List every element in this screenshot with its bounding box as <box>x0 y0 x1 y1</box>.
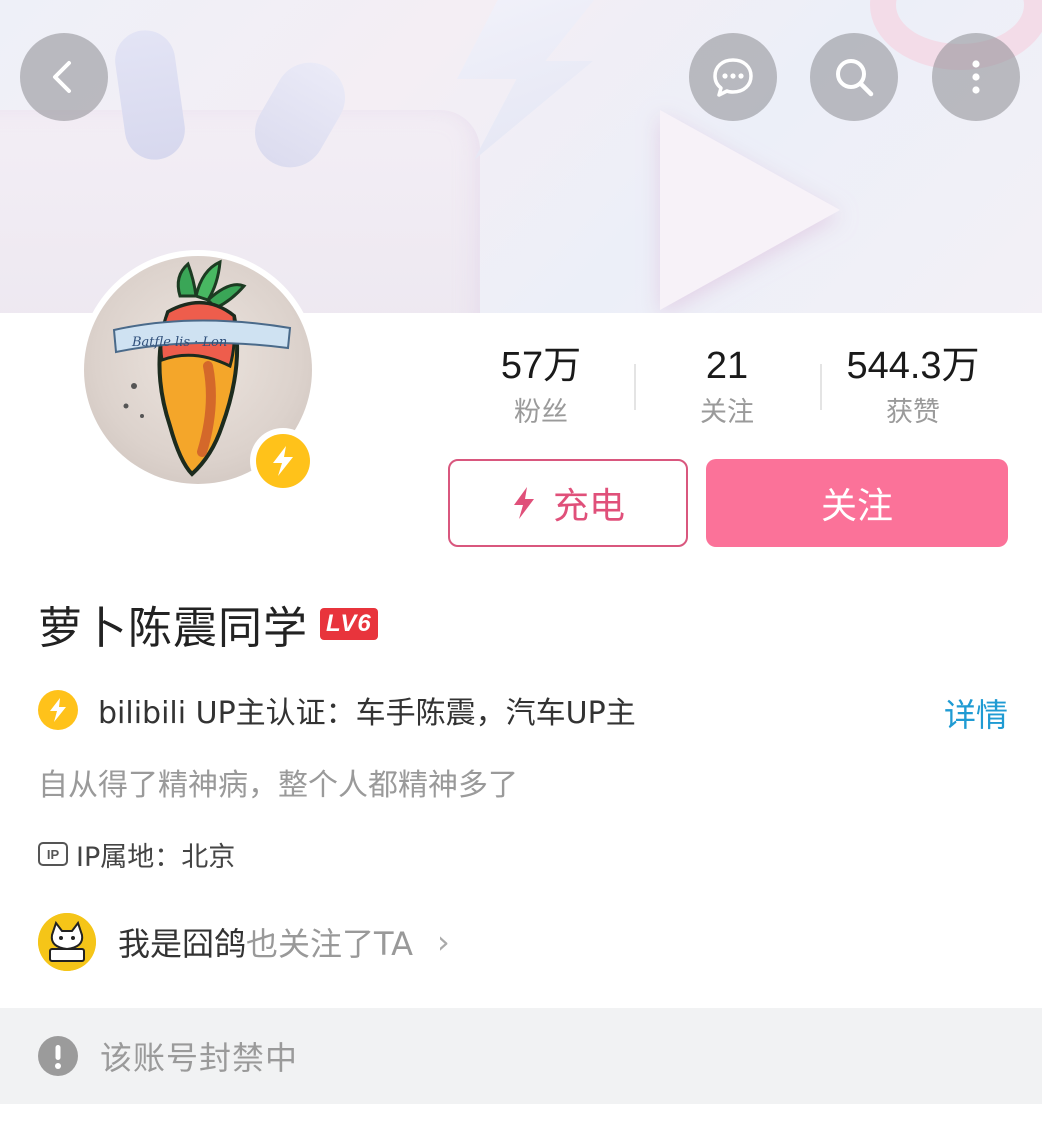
stats-panel: 57万 粉丝 21 关注 544.3万 获赞 <box>448 340 1008 440</box>
ip-text: IP属地：北京 <box>76 841 236 873</box>
charge-button[interactable]: 充电 <box>448 459 688 547</box>
lightning-icon <box>273 446 293 476</box>
stat-value: 57万 <box>500 345 582 387</box>
follow-button-label: 关注 <box>820 486 893 527</box>
more-button[interactable] <box>932 33 1020 121</box>
banned-text: 该账号封禁中 <box>100 1039 299 1077</box>
stat-label: 关注 <box>700 397 754 428</box>
detail-link[interactable]: 详情 <box>944 690 1008 736</box>
verification-text: bilibili UP主认证：车手陈震，汽车UP主 <box>98 696 636 731</box>
mutual-suffix: 也关注了TA <box>246 925 413 963</box>
chevron-left-icon <box>53 61 71 93</box>
lightning-icon <box>513 487 534 519</box>
banner-decoration <box>660 110 840 310</box>
level-badge: LV6 <box>320 608 378 640</box>
ip-location: IP IP属地：北京 <box>38 836 236 873</box>
stat-label: 获赞 <box>886 397 940 428</box>
search-icon <box>836 59 874 97</box>
bio-text: 自从得了精神病，整个人都精神多了 <box>38 768 518 803</box>
stat-following[interactable]: 21 关注 <box>634 340 820 432</box>
up-badge <box>250 428 316 494</box>
follow-button[interactable]: 关注 <box>706 459 1008 547</box>
charge-button-label: 充电 <box>552 486 625 527</box>
mutual-name: 我是囧鸽 <box>118 925 247 963</box>
more-vertical-icon <box>972 60 980 94</box>
cat-avatar-icon <box>38 913 96 971</box>
username: 萝卜陈震同学 <box>38 603 308 654</box>
exclamation-icon <box>38 1036 78 1076</box>
banned-notice: 该账号封禁中 <box>0 1008 1042 1104</box>
stat-likes[interactable]: 544.3万 获赞 <box>820 340 1006 432</box>
message-icon <box>713 58 753 97</box>
svg-text:Batfle lis · Lon: Batfle lis · Lon <box>131 335 227 350</box>
stat-fans[interactable]: 57万 粉丝 <box>448 340 634 432</box>
stat-label: 粉丝 <box>514 397 568 428</box>
verification-row: bilibili UP主认证：车手陈震，汽车UP主 详情 <box>38 686 1008 734</box>
mutual-follow-row[interactable]: 我是囧鸽 也关注了TA › <box>38 912 450 972</box>
mutual-avatar <box>38 913 96 971</box>
search-button[interactable] <box>810 33 898 121</box>
message-button[interactable] <box>689 33 777 121</box>
lightning-icon <box>38 690 78 730</box>
stat-value: 21 <box>705 345 749 387</box>
stat-value: 544.3万 <box>846 345 980 387</box>
back-button[interactable] <box>20 33 108 121</box>
ip-icon: IP <box>38 842 68 866</box>
chevron-right-icon: › <box>436 923 450 961</box>
name-row: 萝卜陈震同学 LV6 <box>38 592 378 656</box>
